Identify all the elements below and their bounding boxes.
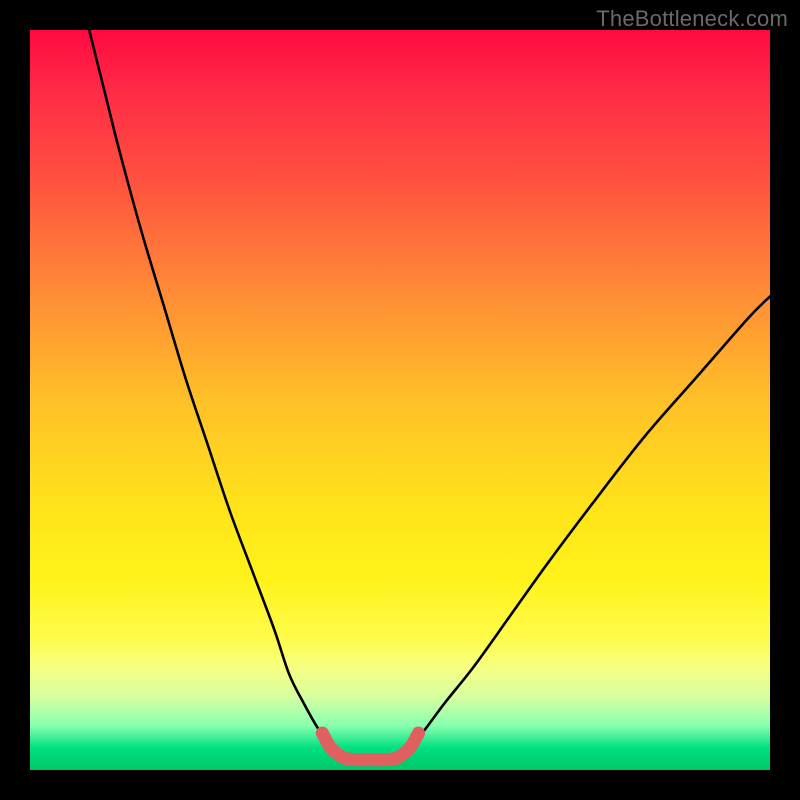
plot-area — [30, 30, 770, 770]
left-curve — [89, 30, 344, 755]
chart-frame: TheBottleneck.com — [0, 0, 800, 800]
right-curve — [396, 296, 770, 755]
watermark-text: TheBottleneck.com — [596, 6, 788, 32]
curve-layer — [30, 30, 770, 770]
bottom-segment — [322, 733, 418, 760]
